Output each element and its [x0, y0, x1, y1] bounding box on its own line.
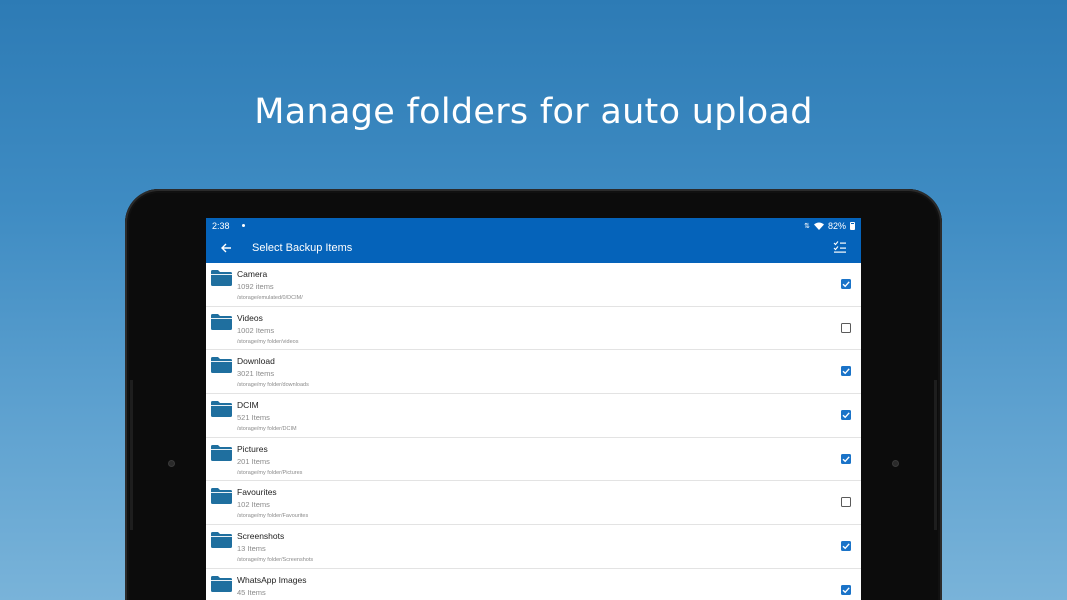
- tablet-camera: [168, 460, 175, 467]
- battery-percent: 82%: [827, 220, 846, 231]
- checkmark-icon: [842, 456, 850, 463]
- tablet-side-button: [934, 380, 937, 530]
- app-bar: Select Backup Items: [206, 233, 861, 263]
- app-bar-title: Select Backup Items: [252, 242, 353, 254]
- folder-item-count: 201 Items: [237, 456, 270, 466]
- folder-path: /storage/emulated/0/DCIM/: [237, 295, 303, 301]
- folder-item-count: 1002 Items: [237, 325, 275, 335]
- folder-path: /storage/my folder/Favourites: [237, 513, 309, 520]
- notification-dot-icon: [241, 224, 245, 227]
- folder-icon: [211, 575, 232, 592]
- folder-row[interactable]: Camera 1092 items /storage/emulated/0/DC…: [206, 263, 861, 307]
- folder-row[interactable]: WhatsApp Images 45 Items: [206, 569, 861, 600]
- folder-icon: [211, 444, 232, 461]
- folder-row[interactable]: Pictures 201 Items /storage/my folder/Pi…: [206, 438, 861, 482]
- arrow-left-icon: [221, 243, 231, 253]
- folder-checkbox[interactable]: [841, 366, 851, 377]
- device-screen: 2:38 ⇅ 82% Select Backup Items Camera 10…: [206, 218, 861, 600]
- folder-row[interactable]: DCIM 521 Items /storage/my folder/DCIM: [206, 394, 861, 438]
- folder-name: WhatsApp Images: [237, 574, 307, 585]
- folder-item-count: 13 Items: [237, 544, 266, 554]
- headline: Manage folders for auto upload: [254, 92, 813, 132]
- checkmark-icon: [842, 543, 850, 550]
- data-arrows-icon: ⇅: [804, 222, 810, 230]
- folder-item-count: 521 Items: [237, 413, 270, 423]
- folder-path: /storage/my folder/DCIM: [237, 426, 297, 433]
- folder-item-count: 1092 items: [237, 282, 274, 291]
- folder-list: Camera 1092 items /storage/emulated/0/DC…: [206, 263, 861, 600]
- back-button[interactable]: [218, 240, 234, 256]
- folder-checkbox[interactable]: [841, 541, 851, 552]
- folder-row[interactable]: Videos 1002 Items /storage/my folder/vid…: [206, 307, 861, 351]
- folder-row[interactable]: Favourites 102 Items /storage/my folder/…: [206, 481, 861, 526]
- battery-icon: [850, 221, 855, 230]
- folder-icon: [211, 532, 232, 549]
- status-time: 2:38: [212, 220, 230, 231]
- folder-icon: [211, 270, 232, 286]
- folder-checkbox[interactable]: [841, 322, 851, 333]
- checkmark-icon: [842, 412, 850, 419]
- folder-icon: [211, 357, 232, 374]
- tablet-side-button: [130, 380, 133, 530]
- folder-name: Screenshots: [237, 531, 285, 542]
- folder-row[interactable]: Screenshots 13 Items /storage/my folder/…: [206, 525, 861, 569]
- folder-checkbox[interactable]: [841, 497, 851, 508]
- wifi-icon: [813, 222, 824, 230]
- select-all-button[interactable]: [833, 240, 849, 256]
- folder-checkbox[interactable]: [841, 279, 851, 289]
- folder-icon: [211, 313, 232, 330]
- folder-row[interactable]: Download 3021 Items /storage/my folder/d…: [206, 350, 861, 395]
- checkmark-icon: [842, 368, 850, 375]
- folder-checkbox[interactable]: [841, 584, 851, 595]
- folder-item-count: 3021 Items: [237, 369, 275, 379]
- folder-name: DCIM: [237, 400, 259, 411]
- folder-path: /storage/my folder/Pictures: [237, 469, 303, 476]
- folder-path: /storage/my folder/downloads: [237, 382, 309, 389]
- folder-icon: [211, 488, 232, 505]
- tablet-camera: [892, 460, 899, 467]
- folder-name: Download: [237, 356, 275, 367]
- folder-name: Favourites: [237, 487, 277, 498]
- folder-name: Pictures: [237, 443, 268, 454]
- folder-item-count: 45 Items: [237, 587, 266, 597]
- checkmark-icon: [842, 281, 850, 288]
- status-bar: 2:38 ⇅ 82%: [206, 218, 861, 233]
- folder-item-count: 102 Items: [237, 500, 270, 510]
- folder-checkbox[interactable]: [841, 453, 851, 464]
- folder-name: Videos: [237, 312, 263, 323]
- folder-path: /storage/my folder/videos: [237, 338, 299, 345]
- folder-path: /storage/my folder/Screenshots: [237, 557, 314, 564]
- folder-checkbox[interactable]: [841, 410, 851, 421]
- folder-icon: [211, 401, 232, 418]
- checkmark-icon: [842, 587, 850, 594]
- folder-name: Camera: [237, 269, 268, 279]
- checklist-icon: [833, 241, 846, 253]
